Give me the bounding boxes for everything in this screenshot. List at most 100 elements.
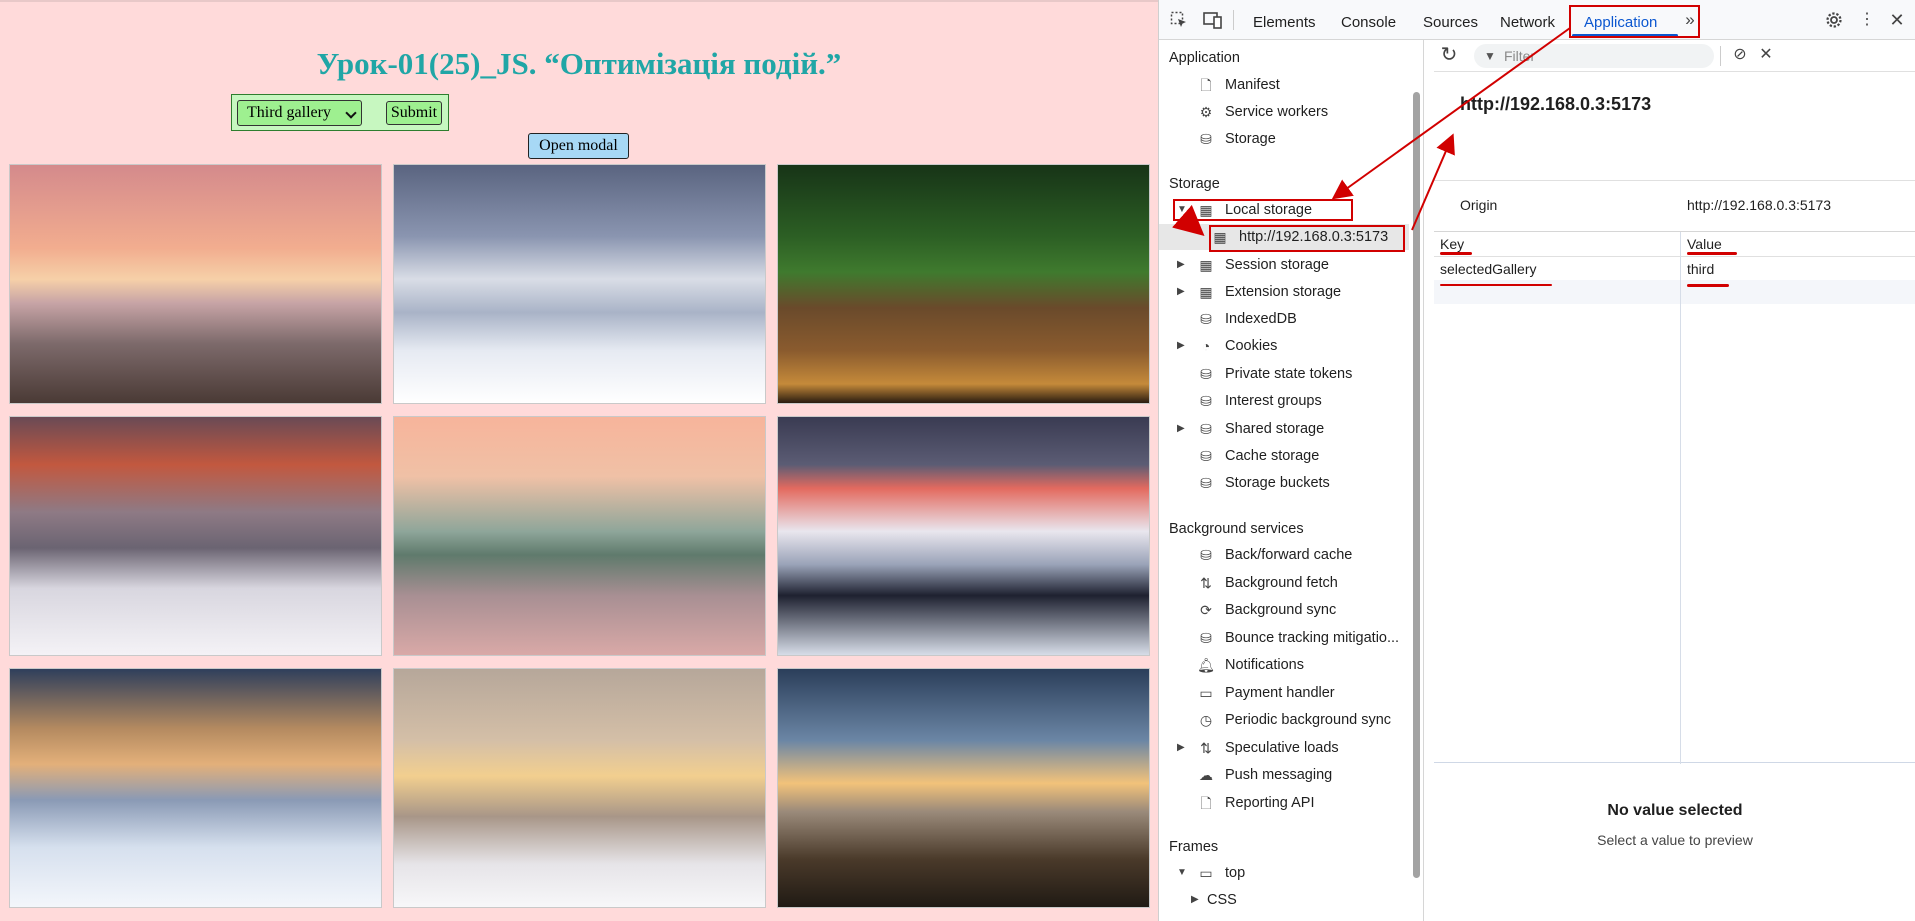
- sidebar-item-session-storage[interactable]: ▶ ▦ Session storage: [1159, 252, 1409, 278]
- gallery-image[interactable]: [777, 164, 1150, 404]
- sidebar-item-shared-storage[interactable]: ▶ ⛁ Shared storage: [1159, 416, 1409, 442]
- arrows-updown-icon: ⇅: [1200, 740, 1212, 756]
- sidebar-item-push-messaging[interactable]: ☁ Push messaging: [1159, 762, 1409, 788]
- database-icon: ⛁: [1200, 475, 1212, 491]
- sidebar-scrollbar[interactable]: [1413, 92, 1420, 878]
- annotation-box: [1209, 225, 1405, 252]
- triangle-right-icon: ▶: [1177, 286, 1185, 297]
- bell-icon: 🔔︎: [1197, 657, 1215, 673]
- sidebar-item-background-sync[interactable]: ⟳ Background sync: [1159, 597, 1409, 623]
- local-storage-view: ↻ ▼ Filter ⊘ ✕ http://192.168.0.3:5173 O…: [1434, 40, 1915, 921]
- refresh-icon[interactable]: ↻: [1440, 45, 1458, 65]
- filter-divider: [1720, 46, 1721, 66]
- close-icon[interactable]: ✕: [1888, 11, 1906, 29]
- gallery-select[interactable]: Third gallery: [237, 100, 362, 126]
- filter-placeholder: Filter: [1504, 48, 1536, 64]
- kebab-menu-icon[interactable]: ⋮: [1858, 11, 1876, 29]
- gallery-image[interactable]: [9, 416, 382, 656]
- sidebar-item-payment-handler[interactable]: ▭ Payment handler: [1159, 680, 1409, 706]
- database-icon: ⛁: [1200, 547, 1212, 563]
- sidebar-item-manifest[interactable]: 🗋 Manifest: [1159, 72, 1409, 98]
- sidebar-item-service-workers[interactable]: ⚙ Service workers: [1159, 99, 1409, 125]
- sidebar-item-frame-css[interactable]: ▶ CSS: [1159, 887, 1409, 913]
- sidebar-item-bfcache[interactable]: ⛁ Back/forward cache: [1159, 542, 1409, 568]
- sidebar-item-storage-buckets[interactable]: ⛁ Storage buckets: [1159, 470, 1409, 496]
- sidebar-item-background-fetch[interactable]: ⇅ Background fetch: [1159, 570, 1409, 596]
- inspect-element-icon[interactable]: [1170, 11, 1188, 29]
- gallery-image[interactable]: [393, 416, 766, 656]
- column-divider[interactable]: [1680, 232, 1681, 764]
- table-cell-value[interactable]: third: [1687, 257, 1714, 281]
- file-icon: 🗋: [1200, 795, 1212, 811]
- sidebar-item-private-state-tokens[interactable]: ⛁ Private state tokens: [1159, 361, 1409, 387]
- device-toolbar-icon[interactable]: [1203, 11, 1222, 29]
- database-icon: ⛁: [1200, 448, 1212, 464]
- annotation-underline: [1440, 252, 1472, 255]
- annotation-underline: [1687, 284, 1729, 287]
- database-icon: ⛁: [1200, 630, 1212, 646]
- window-icon: ▭: [1199, 865, 1213, 881]
- sidebar-item-storage[interactable]: ⛁ Storage: [1159, 126, 1409, 152]
- origin-label: Origin: [1460, 197, 1498, 213]
- triangle-right-icon: ▶: [1191, 894, 1199, 905]
- database-icon: ⛁: [1200, 421, 1212, 437]
- open-modal-button[interactable]: Open modal: [528, 133, 629, 159]
- triangle-down-icon: ▼: [1177, 867, 1187, 878]
- sidebar-item-extension-storage[interactable]: ▶ ▦ Extension storage: [1159, 279, 1409, 305]
- arrows-updown-icon: ⇅: [1200, 575, 1212, 591]
- local-storage-table: Key Value selectedGallery third: [1434, 231, 1915, 764]
- sidebar-item-reporting-api[interactable]: 🗋 Reporting API: [1159, 790, 1409, 816]
- devtools-toolbar: Elements Console Sources Network Applica…: [1159, 0, 1915, 40]
- filter-bar: ↻ ▼ Filter ⊘ ✕: [1434, 40, 1915, 72]
- credit-card-icon: ▭: [1199, 685, 1213, 701]
- database-icon: ⛁: [1200, 311, 1212, 327]
- tab-sources[interactable]: Sources: [1423, 0, 1478, 40]
- submit-button[interactable]: Submit: [386, 101, 442, 125]
- sidebar-item-indexeddb[interactable]: ⛁ IndexedDB: [1159, 306, 1409, 332]
- sidebar-item-periodic-sync[interactable]: ◷ Periodic background sync: [1159, 707, 1409, 733]
- gallery-select-value: Third gallery: [247, 104, 331, 121]
- gallery-image[interactable]: [777, 668, 1150, 908]
- triangle-right-icon: ▶: [1177, 423, 1185, 434]
- cloud-icon: ☁: [1199, 767, 1213, 783]
- database-icon: ⛁: [1200, 393, 1212, 409]
- chevron-down-icon: [345, 107, 357, 119]
- sidebar-item-bounce-tracking[interactable]: ⛁ Bounce tracking mitigatio...: [1159, 625, 1409, 651]
- clear-all-icon[interactable]: ⊘: [1731, 46, 1749, 64]
- filter-input[interactable]: ▼ Filter: [1474, 44, 1714, 68]
- triangle-right-icon: ▶: [1177, 340, 1185, 351]
- section-frames: Frames: [1169, 839, 1219, 855]
- origin-row: [1434, 180, 1915, 181]
- file-icon: 🗋: [1200, 77, 1212, 93]
- sidebar-item-speculative-loads[interactable]: ▶ ⇅ Speculative loads: [1159, 735, 1409, 761]
- annotation-underline: [1687, 252, 1737, 255]
- cookie-icon: ◔: [1201, 338, 1211, 354]
- section-storage: Storage: [1169, 176, 1220, 192]
- sidebar-item-interest-groups[interactable]: ⛁ Interest groups: [1159, 388, 1409, 414]
- table-icon: ▦: [1199, 257, 1213, 273]
- sidebar-item-frame-top[interactable]: ▼ ▭ top: [1159, 860, 1409, 886]
- sidebar-item-cache-storage[interactable]: ⛁ Cache storage: [1159, 443, 1409, 469]
- section-application: Application: [1169, 50, 1240, 66]
- gallery-image[interactable]: [393, 668, 766, 908]
- section-background-services: Background services: [1169, 521, 1304, 537]
- delete-selected-icon[interactable]: ✕: [1757, 46, 1775, 64]
- tab-console[interactable]: Console: [1341, 0, 1396, 40]
- sidebar-item-cookies[interactable]: ▶ ◔ Cookies: [1159, 333, 1409, 359]
- web-page: Урок-01(25)_JS. “Оптимізація подій.” Thi…: [0, 0, 1158, 921]
- gallery-image[interactable]: [777, 416, 1150, 656]
- triangle-right-icon: ▶: [1177, 259, 1185, 270]
- table-cell-key[interactable]: selectedGallery: [1440, 257, 1537, 281]
- funnel-icon: ▼: [1484, 49, 1496, 63]
- gallery-form: Third gallery Submit: [231, 94, 449, 131]
- tab-elements[interactable]: Elements: [1253, 0, 1316, 40]
- sidebar-item-notifications[interactable]: 🔔︎ Notifications: [1159, 652, 1409, 678]
- toolbar-divider: [1233, 10, 1234, 30]
- tab-network[interactable]: Network: [1500, 0, 1555, 40]
- gallery-image[interactable]: [393, 164, 766, 404]
- gallery-image[interactable]: [9, 668, 382, 908]
- gear-icon[interactable]: [1825, 11, 1843, 29]
- gears-icon: ⚙: [1199, 104, 1213, 120]
- gallery-image[interactable]: [9, 164, 382, 404]
- application-sidebar: Application 🗋 Manifest ⚙ Service workers ⛁…: [1159, 40, 1424, 921]
